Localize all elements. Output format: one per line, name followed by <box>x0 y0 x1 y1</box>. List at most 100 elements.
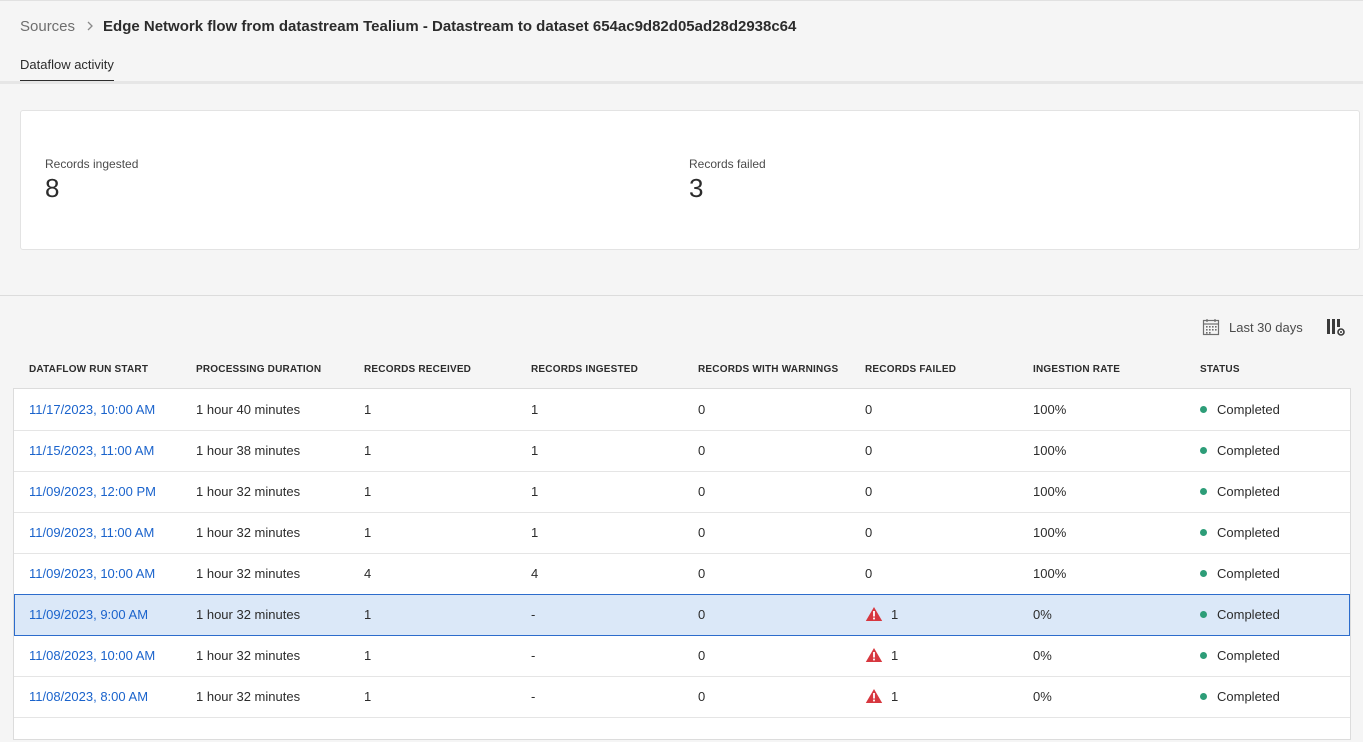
col-records-ingested-header[interactable]: RECORDS INGESTED <box>531 364 638 375</box>
processing-duration-cell: 1 hour 32 minutes <box>196 566 301 581</box>
status-cell: Completed <box>1200 676 1280 717</box>
ingestion-rate-cell: 100% <box>1033 566 1067 581</box>
alert-icon <box>865 607 883 622</box>
page-title: Edge Network flow from datastream Tealiu… <box>103 17 797 35</box>
records-received-cell: 1 <box>364 402 372 417</box>
metric-records-ingested: Records ingested 8 <box>45 157 138 203</box>
col-processing-duration-header[interactable]: PROCESSING DURATION <box>196 364 321 375</box>
ingestion-rate-cell: 100% <box>1033 443 1067 458</box>
status-cell: Completed <box>1200 389 1280 430</box>
metric-label: Records failed <box>689 157 766 171</box>
section-divider <box>0 295 1363 296</box>
table-row[interactable]: 11/17/2023, 10:00 AM 1 hour 40 minutes 1 1 0… <box>14 389 1350 431</box>
processing-duration-cell: 1 hour 32 minutes <box>196 648 301 663</box>
records-ingested-cell: - <box>531 648 536 663</box>
records-warnings-cell: 0 <box>698 689 706 704</box>
breadcrumb-sources-link[interactable]: Sources <box>20 18 75 35</box>
status-cell: Completed <box>1200 471 1280 512</box>
records-failed-value: 0 <box>865 443 873 458</box>
records-ingested-cell: 1 <box>531 402 539 417</box>
status-label: Completed <box>1217 689 1280 704</box>
table-row[interactable]: 11/09/2023, 9:00 AM 1 hour 32 minutes 1 - 0 1… <box>14 594 1350 636</box>
chevron-right-icon <box>87 21 93 31</box>
records-failed-cell: 1 <box>865 676 898 717</box>
table-header: DATAFLOW RUN START PROCESSING DURATION REC… <box>13 364 1351 380</box>
records-failed-value: 1 <box>891 648 899 663</box>
records-warnings-cell: 0 <box>698 402 706 417</box>
processing-duration-cell: 1 hour 32 minutes <box>196 607 301 622</box>
status-cell: Completed <box>1200 430 1280 471</box>
records-failed-cell: 0 <box>865 512 872 553</box>
table-row[interactable]: 11/09/2023, 12:00 PM 1 hour 32 minutes 1 1 0… <box>14 471 1350 513</box>
status-cell: Completed <box>1200 512 1280 553</box>
status-cell: Completed <box>1200 553 1280 594</box>
records-received-cell: 1 <box>364 484 372 499</box>
run-start-link[interactable]: 11/09/2023, 12:00 PM <box>29 471 156 512</box>
records-failed-cell: 0 <box>865 553 872 594</box>
run-start-link[interactable]: 11/17/2023, 10:00 AM <box>29 389 155 430</box>
dataflow-runs-table: 11/17/2023, 10:00 AM 1 hour 40 minutes 1 1 0… <box>13 388 1351 740</box>
column-settings-button[interactable] <box>1326 317 1346 337</box>
records-ingested-cell: 4 <box>531 566 539 581</box>
col-status-header[interactable]: STATUS <box>1200 364 1240 375</box>
status-label: Completed <box>1217 607 1280 622</box>
ingestion-rate-cell: 100% <box>1033 525 1067 540</box>
run-start-link[interactable]: 11/15/2023, 11:00 AM <box>29 430 154 471</box>
records-failed-value: 1 <box>891 607 899 622</box>
records-failed-value: 1 <box>891 689 899 704</box>
records-warnings-cell: 0 <box>698 566 706 581</box>
status-label: Completed <box>1217 443 1280 458</box>
ingestion-rate-cell: 100% <box>1033 484 1067 499</box>
table-row[interactable]: 11/09/2023, 11:00 AM 1 hour 32 minutes 1 1 0… <box>14 512 1350 554</box>
ingestion-rate-cell: 0% <box>1033 689 1052 704</box>
table-row[interactable]: 11/08/2023, 8:00 AM 1 hour 32 minutes 1 - 0 1… <box>14 676 1350 718</box>
table-row[interactable]: 11/08/2023, 10:00 AM 1 hour 32 minutes 1 - 0… <box>14 635 1350 677</box>
status-dot-icon <box>1200 611 1207 619</box>
table-row[interactable]: 11/15/2023, 11:00 AM 1 hour 38 minutes 1 1 0… <box>14 430 1350 472</box>
col-records-failed-header[interactable]: RECORDS FAILED <box>865 364 956 375</box>
records-failed-value: 0 <box>865 566 873 581</box>
run-start-link[interactable]: 11/09/2023, 11:00 AM <box>29 512 154 553</box>
status-dot-icon <box>1200 693 1207 701</box>
alert-icon <box>865 648 883 663</box>
ingestion-rate-cell: 100% <box>1033 402 1067 417</box>
col-records-received-header[interactable]: RECORDS RECEIVED <box>364 364 471 375</box>
top-border <box>0 0 1363 1</box>
metric-value: 8 <box>45 173 60 203</box>
records-warnings-cell: 0 <box>698 525 706 540</box>
records-failed-cell: 1 <box>865 594 898 635</box>
tab-list: Dataflow activity <box>20 56 114 82</box>
alert-icon <box>865 689 883 704</box>
status-label: Completed <box>1217 566 1280 581</box>
date-range-picker[interactable]: Last 30 days <box>1202 317 1303 337</box>
records-ingested-cell: 1 <box>531 443 539 458</box>
run-start-link[interactable]: 11/09/2023, 10:00 AM <box>29 553 155 594</box>
run-start-link[interactable]: 11/08/2023, 8:00 AM <box>29 676 148 717</box>
status-cell: Completed <box>1200 594 1280 635</box>
col-records-with-warnings-header[interactable]: RECORDS WITH WARNINGS <box>698 364 838 375</box>
tab-dataflow-activity[interactable]: Dataflow activity <box>20 57 114 82</box>
records-received-cell: 1 <box>364 443 372 458</box>
run-start-link[interactable]: 11/08/2023, 10:00 AM <box>29 635 155 676</box>
records-failed-value: 0 <box>865 402 873 417</box>
processing-duration-cell: 1 hour 32 minutes <box>196 689 301 704</box>
records-ingested-cell: - <box>531 607 536 622</box>
records-warnings-cell: 0 <box>698 607 706 622</box>
col-dataflow-run-start-header[interactable]: DATAFLOW RUN START <box>29 364 148 375</box>
status-label: Completed <box>1217 648 1280 663</box>
processing-duration-cell: 1 hour 32 minutes <box>196 484 301 499</box>
processing-duration-cell: 1 hour 40 minutes <box>196 402 301 417</box>
records-warnings-cell: 0 <box>698 443 706 458</box>
date-range-label: Last 30 days <box>1229 319 1303 335</box>
col-ingestion-rate-header[interactable]: INGESTION RATE <box>1033 364 1120 375</box>
status-label: Completed <box>1217 484 1280 499</box>
records-failed-value: 0 <box>865 525 873 540</box>
records-failed-value: 0 <box>865 484 873 499</box>
table-row[interactable]: 11/09/2023, 10:00 AM 1 hour 32 minutes 4 4 0… <box>14 553 1350 595</box>
records-failed-cell: 0 <box>865 430 872 471</box>
records-ingested-cell: 1 <box>531 484 539 499</box>
metric-label: Records ingested <box>45 157 139 171</box>
run-start-link[interactable]: 11/09/2023, 9:00 AM <box>29 594 148 635</box>
status-dot-icon <box>1200 652 1207 660</box>
records-failed-cell: 1 <box>865 635 898 676</box>
